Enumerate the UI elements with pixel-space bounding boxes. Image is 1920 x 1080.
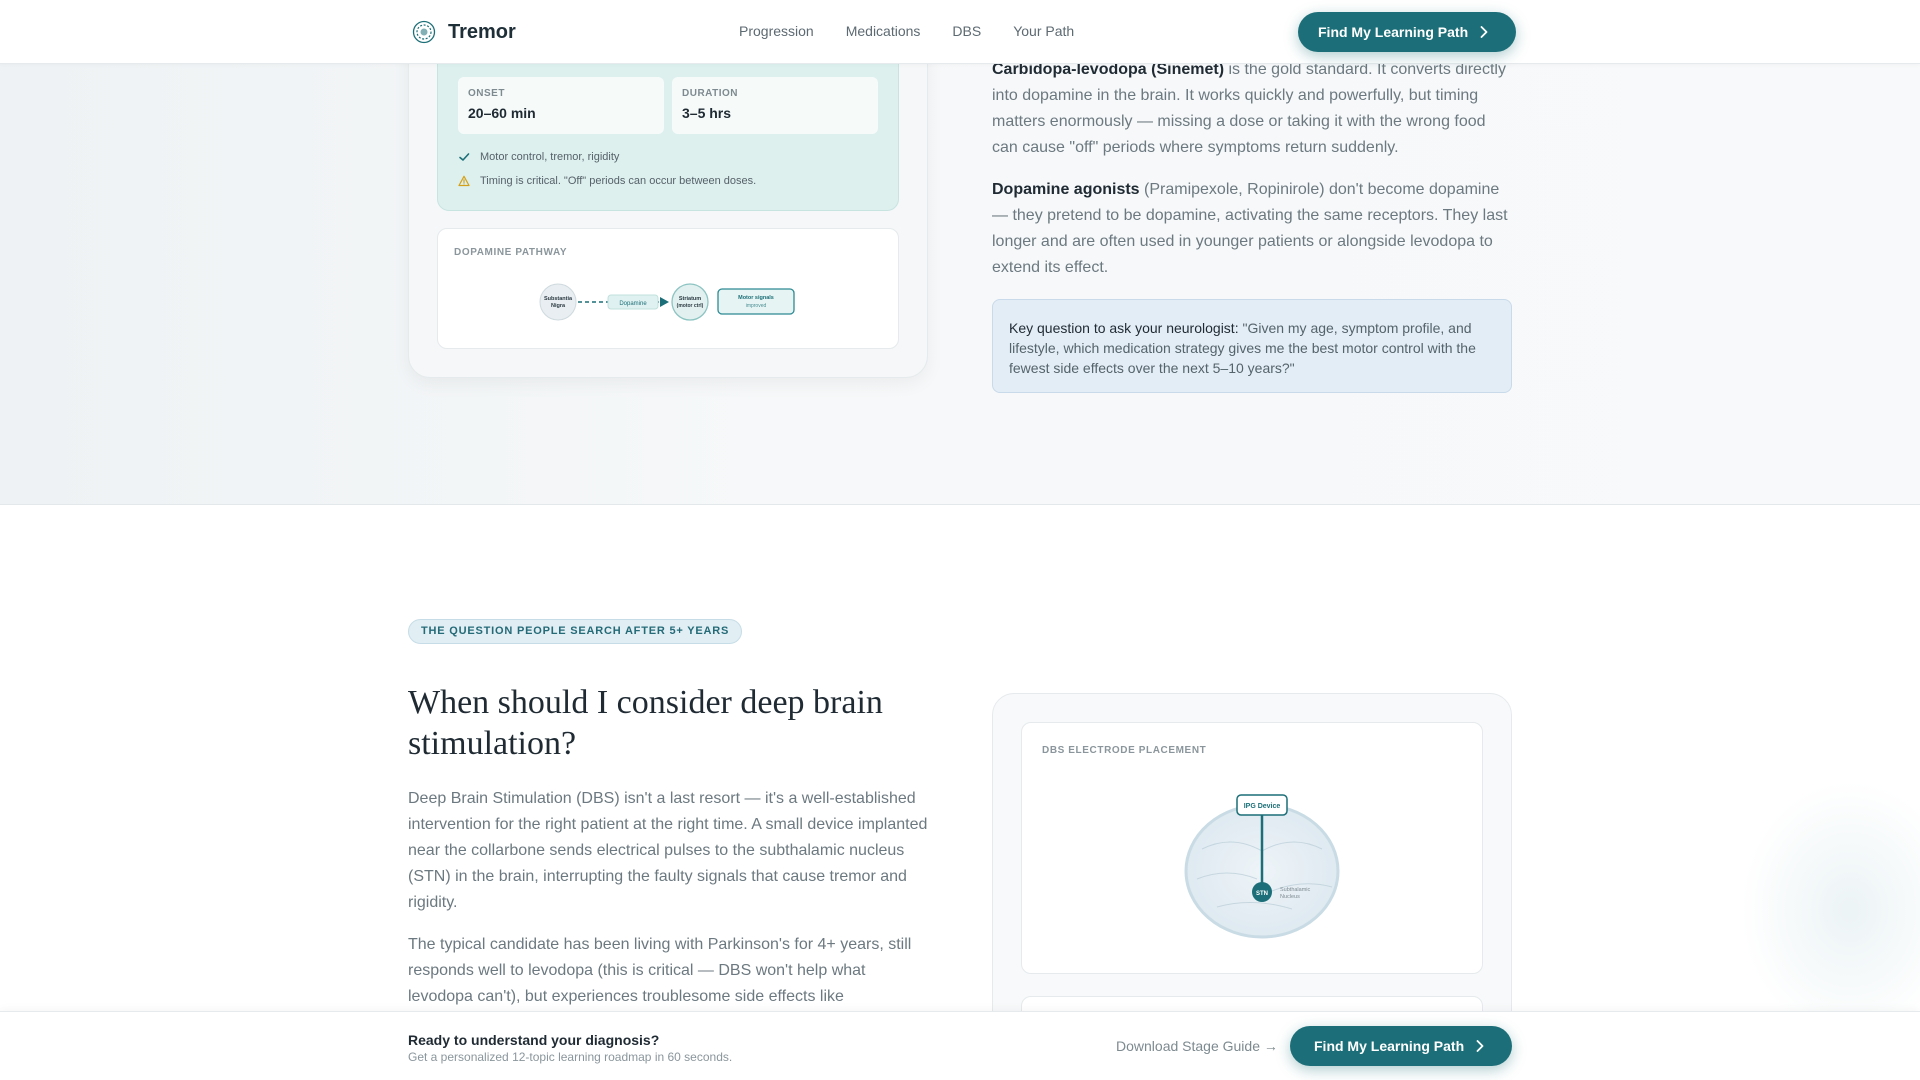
pathway-end-label: Motor signals [738, 295, 774, 301]
medication-explanation: Carbidopa-levodopa (Sinemet) is the gold… [992, 57, 1512, 297]
node-striatum-line2: (motor ctrl) [677, 303, 704, 309]
dopamine-pathway-card: DOPAMINE PATHWAY Substantia Nigra Dopami… [437, 228, 899, 349]
decorative-glow [1740, 780, 1920, 1040]
electrode-placement-card: DBS ELECTRODE PLACEMENT IPG Device STN S… [1021, 722, 1483, 974]
chevron-right-icon [1480, 26, 1488, 38]
pathway-mid-label: Dopamine [619, 301, 647, 307]
dopamine-pathway-diagram: Substantia Nigra Dopamine Striatum (moto… [539, 283, 795, 321]
stn-callout-line2: Nucleus [1280, 894, 1300, 900]
cta-bar-subtitle: Get a personalized 12-topic learning roa… [408, 1050, 733, 1064]
bottom-cta-button[interactable]: Find My Learning Path [1290, 1026, 1513, 1066]
stn-marker-label: STN [1256, 891, 1268, 897]
pathway-label: DOPAMINE PATHWAY [454, 247, 568, 258]
warning-text: Timing is critical. "Off" periods can oc… [480, 175, 757, 187]
medications-section-bg [0, 0, 1920, 505]
benefit-item: Motor control, tremor, rigidity [458, 151, 619, 163]
brand-name: Tremor [448, 20, 516, 43]
node-substantia-nigra-line2: Nigra [551, 303, 566, 309]
duration-value: 3–5 hrs [682, 105, 732, 121]
electrode-placement-label: DBS ELECTRODE PLACEMENT [1042, 745, 1207, 756]
dbs-paragraph-2: The typical candidate has been living wi… [408, 936, 912, 1005]
nav-link-progression[interactable]: Progression [739, 23, 814, 39]
onset-stat: ONSET 20–60 min [458, 77, 664, 134]
sticky-cta-bar: Ready to understand your diagnosis? Get … [0, 1011, 1920, 1080]
download-stage-guide-link[interactable]: Download Stage Guide → [1116, 1038, 1278, 1054]
onset-label: ONSET [468, 88, 505, 99]
warning-icon [458, 175, 470, 187]
node-striatum-line1: Striatum [679, 296, 701, 302]
warning-item: Timing is critical. "Off" periods can oc… [458, 175, 756, 187]
nav-link-your-path[interactable]: Your Path [1013, 23, 1074, 39]
nav-cta-label: Find My Learning Path [1318, 24, 1469, 40]
nav-cta-button[interactable]: Find My Learning Path [1298, 12, 1517, 52]
duration-label: DURATION [682, 88, 739, 99]
section-eyebrow-badge: THE QUESTION PEOPLE SEARCH AFTER 5+ YEAR… [408, 619, 743, 644]
nav-link-medications[interactable]: Medications [846, 23, 921, 39]
bottom-cta-label: Find My Learning Path [1314, 1038, 1465, 1054]
benefit-text: Motor control, tremor, rigidity [480, 151, 620, 163]
onset-value: 20–60 min [468, 105, 536, 121]
duration-stat: DURATION 3–5 hrs [672, 77, 878, 134]
nav-link-dbs[interactable]: DBS [952, 23, 981, 39]
key-question-callout: Key question to ask your neurologist: "G… [992, 299, 1512, 393]
check-icon [459, 153, 470, 161]
cta-bar-title: Ready to understand your diagnosis? [408, 1032, 660, 1048]
node-substantia-nigra-line1: Substantia [544, 296, 573, 302]
stn-callout-line1: Subthalamic [1280, 887, 1311, 893]
brand[interactable]: Tremor [412, 20, 516, 44]
key-question-label: Key question to ask your neurologist: [1009, 320, 1239, 336]
brain-electrode-diagram: IPG Device STN Subthalamic Nucleus [1184, 794, 1340, 939]
agonists-paragraph: Dopamine agonists (Pramipexole, Ropiniro… [992, 177, 1512, 281]
dbs-paragraph-1: Deep Brain Stimulation (DBS) isn't a las… [408, 790, 928, 911]
agonists-term: Dopamine agonists [992, 181, 1140, 198]
brand-logo-icon [412, 20, 436, 44]
pathway-end-sub: improved [746, 303, 767, 309]
top-nav: Tremor Progression Medications DBS Your … [0, 0, 1920, 64]
chevron-right-icon [1476, 1040, 1484, 1052]
dbs-heading: When should I consider deep brain stimul… [408, 684, 883, 762]
ipg-device-label: IPG Device [1244, 803, 1281, 810]
dbs-body: Deep Brain Stimulation (DBS) isn't a las… [408, 786, 934, 1026]
nav-links: Progression Medications DBS Your Path [739, 23, 1074, 39]
levodopa-paragraph: Carbidopa-levodopa (Sinemet) is the gold… [992, 57, 1512, 161]
